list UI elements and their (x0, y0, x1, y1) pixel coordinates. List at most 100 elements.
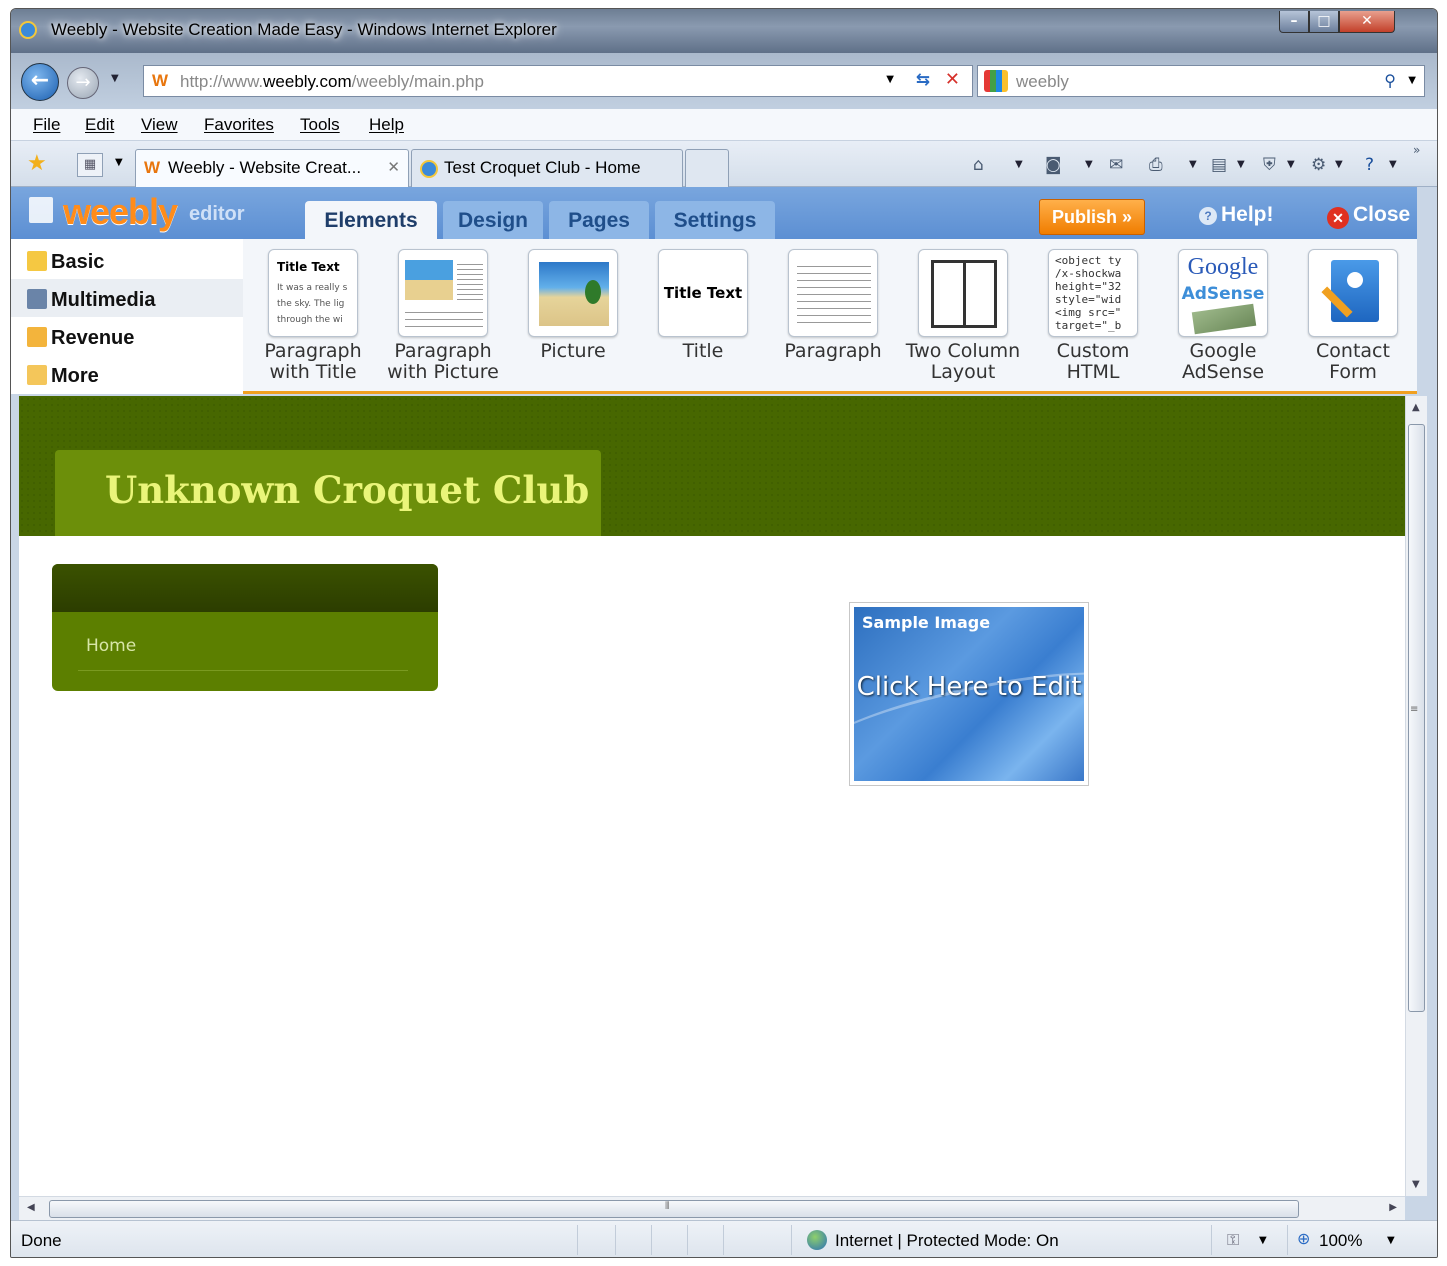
read-mail-icon[interactable]: ✉ (1109, 155, 1123, 175)
feeds-dropdown-icon[interactable]: ▼ (1085, 159, 1093, 170)
click-to-edit-text[interactable]: Click Here to Edit (854, 669, 1084, 705)
tab-design[interactable]: Design (443, 201, 543, 239)
vertical-scrollbar[interactable]: ▲ ≡ ▼ (1405, 396, 1427, 1196)
menu-file[interactable]: File (33, 115, 60, 135)
element-picture[interactable]: Picture (511, 249, 635, 362)
site-header: Unknown Croquet Club (19, 396, 1405, 536)
menu-bar: File Edit View Favorites Tools Help (11, 109, 1437, 141)
menu-view[interactable]: View (141, 115, 178, 135)
menu-tools[interactable]: Tools (300, 115, 340, 135)
menu-favorites[interactable]: Favorites (204, 115, 274, 135)
thumb-adsense: AdSense (1181, 284, 1265, 304)
help-button[interactable]: ? Help! (1199, 203, 1274, 227)
tab-bar: ★ ▦ ▼ W Weebly - Website Creat... ✕ Test… (11, 141, 1437, 187)
tools-dropdown-icon[interactable]: ▼ (1335, 159, 1343, 170)
category-basic[interactable]: Basic (27, 251, 104, 274)
protected-mode-icon[interactable]: ⚿ (1227, 1230, 1239, 1250)
site-title-box[interactable]: Unknown Croquet Club (55, 450, 601, 536)
quick-tabs-icon[interactable]: ▦ (77, 153, 103, 177)
safety-icon[interactable]: ⛨ (1263, 155, 1276, 175)
tools-gear-icon[interactable]: ⚙ (1311, 155, 1326, 175)
home-icon[interactable]: ⌂ (973, 155, 984, 175)
contact-form-thumb-icon (1308, 249, 1398, 337)
home-dropdown-icon[interactable]: ▼ (1015, 159, 1023, 170)
search-field[interactable]: weebly ⚲ ▼ (977, 65, 1425, 97)
tab-pages[interactable]: Pages (549, 201, 649, 239)
feeds-icon[interactable]: ◙ (1045, 155, 1062, 175)
element-paragraph-with-picture[interactable]: Paragraph with Picture (381, 249, 505, 383)
nav-item-home[interactable]: Home (86, 636, 136, 656)
tab-croquet-club[interactable]: Test Croquet Club - Home (411, 149, 683, 187)
tab-list-dropdown-icon[interactable]: ▼ (115, 157, 123, 168)
ie-page-icon (420, 160, 438, 178)
publish-button[interactable]: Publish » (1039, 199, 1145, 235)
protected-dropdown-icon[interactable]: ▼ (1259, 1235, 1267, 1246)
scroll-down-icon[interactable]: ▼ (1412, 1179, 1420, 1190)
basic-category-icon (27, 251, 47, 271)
close-tab-icon[interactable]: ✕ (387, 158, 400, 176)
element-contact-form[interactable]: Contact Form (1291, 249, 1415, 383)
help-icon[interactable]: ? (1365, 155, 1374, 175)
refresh-icon[interactable]: ⇆ (916, 70, 930, 90)
page-canvas: Unknown Croquet Club Home Sample Image C… (19, 396, 1405, 1196)
category-revenue[interactable]: Revenue (27, 327, 134, 350)
element-label: Paragraph (784, 340, 882, 362)
search-input[interactable]: weebly (1016, 72, 1069, 92)
browser-window: Weebly - Website Creation Made Easy - Wi… (10, 8, 1438, 1258)
status-divider (651, 1225, 652, 1255)
maximize-button[interactable]: □ (1309, 11, 1339, 33)
tab-elements[interactable]: Elements (305, 201, 437, 239)
status-divider (1287, 1225, 1288, 1255)
close-label: Close (1353, 203, 1411, 226)
forward-button[interactable]: → (67, 67, 99, 99)
zoom-level[interactable]: 100% (1319, 1231, 1362, 1251)
close-window-button[interactable]: ✕ (1339, 11, 1395, 33)
back-button[interactable]: ← (21, 63, 59, 101)
sample-image[interactable]: Sample Image Click Here to Edit (849, 602, 1089, 786)
element-google-adsense[interactable]: Google AdSense Google AdSense (1161, 249, 1285, 383)
safety-dropdown-icon[interactable]: ▼ (1287, 159, 1295, 170)
element-paragraph[interactable]: Paragraph (771, 249, 895, 362)
tab-settings[interactable]: Settings (655, 201, 775, 239)
menu-edit[interactable]: Edit (85, 115, 114, 135)
scroll-left-icon[interactable]: ◀ (27, 1202, 35, 1213)
zoom-dropdown-icon[interactable]: ▼ (1387, 1235, 1395, 1246)
close-editor-button[interactable]: ✕ Close (1327, 203, 1410, 229)
url-text[interactable]: http://www.weebly.com/weebly/main.php (180, 72, 484, 92)
security-zone-text[interactable]: Internet | Protected Mode: On (835, 1231, 1059, 1251)
new-tab-button[interactable] (685, 149, 729, 187)
help-dropdown-icon[interactable]: ▼ (1389, 159, 1397, 170)
vertical-scroll-thumb[interactable] (1408, 424, 1425, 1012)
tab-weebly[interactable]: W Weebly - Website Creat... ✕ (135, 149, 409, 187)
page-menu-icon[interactable]: ▤ (1211, 155, 1227, 175)
address-dropdown-icon[interactable]: ▼ (886, 74, 894, 85)
element-paragraph-with-title[interactable]: Title Text It was a really s the sky. Th… (251, 249, 375, 383)
zoom-icon[interactable]: ⊕ (1297, 1229, 1310, 1248)
favorites-star-icon[interactable]: ★ (27, 151, 47, 176)
scroll-right-icon[interactable]: ▶ (1389, 1202, 1397, 1213)
horizontal-scroll-thumb[interactable] (49, 1200, 1299, 1218)
print-dropdown-icon[interactable]: ▼ (1189, 159, 1197, 170)
element-title[interactable]: Title Text Title (641, 249, 765, 362)
menu-help[interactable]: Help (369, 115, 404, 135)
sample-image-placeholder[interactable]: Sample Image Click Here to Edit (854, 607, 1084, 781)
recent-pages-dropdown-icon[interactable]: ▼ (111, 73, 119, 84)
stop-icon[interactable]: ✕ (945, 69, 960, 90)
search-options-dropdown-icon[interactable]: ▼ (1408, 75, 1416, 86)
status-divider (1211, 1225, 1212, 1255)
category-more[interactable]: More (27, 365, 99, 388)
category-multimedia[interactable]: Multimedia (27, 289, 155, 312)
address-field[interactable]: W http://www.weebly.com/weebly/main.php … (143, 65, 973, 97)
minimize-button[interactable]: – (1279, 11, 1309, 33)
search-icon[interactable]: ⚲ (1384, 71, 1396, 90)
page-dropdown-icon[interactable]: ▼ (1237, 159, 1245, 170)
site-title[interactable]: Unknown Croquet Club (105, 468, 589, 512)
element-custom-html[interactable]: <object ty /x-shockwa height="32 style="… (1031, 249, 1155, 383)
print-icon[interactable]: ⎙ (1149, 155, 1163, 175)
chevron-more-icon[interactable]: » (1413, 143, 1420, 157)
element-two-column-layout[interactable]: Two Column Layout (901, 249, 1025, 383)
thumb-text: It was a really s the sky. The lig throu… (277, 283, 348, 325)
horizontal-scrollbar[interactable]: ◀ ⦀ ▶ (19, 1196, 1405, 1220)
help-circle-icon: ? (1199, 207, 1217, 225)
scroll-up-icon[interactable]: ▲ (1412, 402, 1420, 413)
